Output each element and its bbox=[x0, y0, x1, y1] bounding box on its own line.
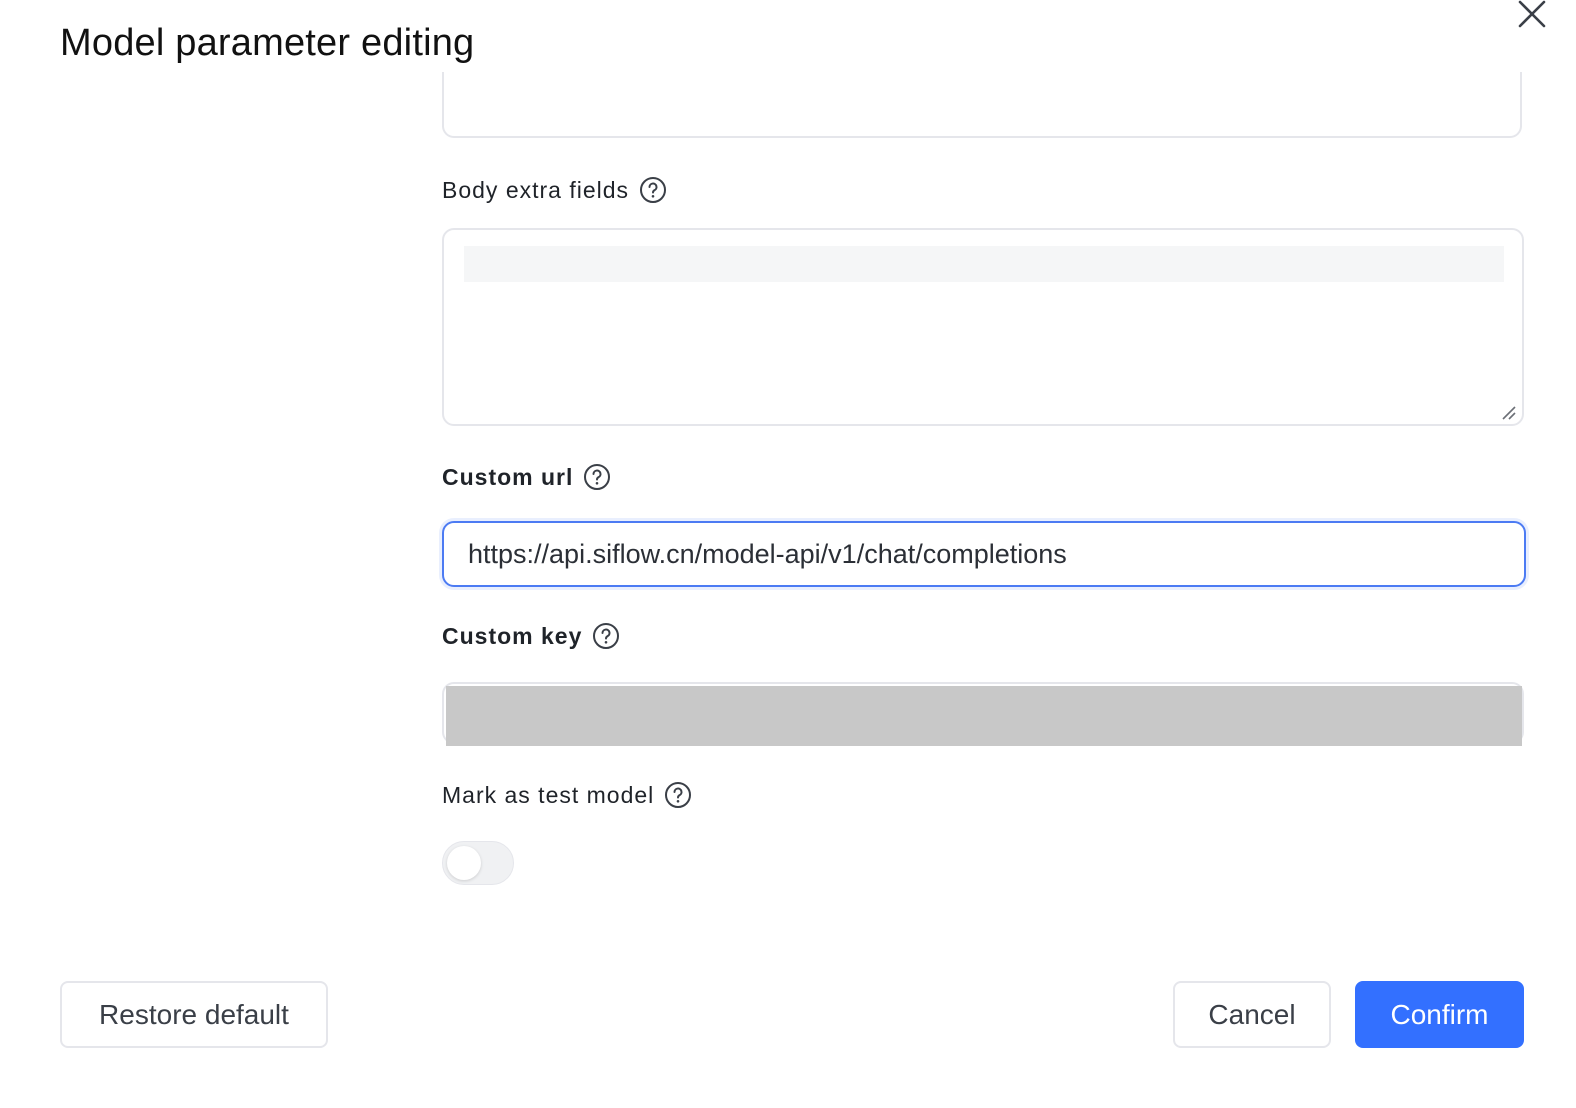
toggle-knob bbox=[447, 846, 481, 880]
custom-key-input[interactable] bbox=[442, 682, 1524, 746]
custom-url-input[interactable]: https://api.siflow.cn/model-api/v1/chat/… bbox=[442, 521, 1526, 587]
dialog-title: Model parameter editing bbox=[60, 22, 475, 64]
redacted-key-value bbox=[446, 686, 1522, 746]
custom-url-label: Custom url bbox=[442, 463, 611, 491]
model-parameter-dialog: Model parameter editing Body extra field… bbox=[0, 0, 1576, 1108]
body-extra-fields-label-text: Body extra fields bbox=[442, 176, 630, 203]
previous-field-input[interactable] bbox=[442, 72, 1522, 138]
help-icon[interactable] bbox=[664, 781, 692, 809]
textarea-placeholder-line bbox=[464, 246, 1504, 282]
test-model-label: Mark as test model bbox=[442, 781, 692, 809]
help-icon[interactable] bbox=[639, 176, 667, 204]
cancel-button[interactable]: Cancel bbox=[1173, 981, 1331, 1048]
close-icon bbox=[1514, 0, 1550, 28]
body-extra-fields-label: Body extra fields bbox=[442, 176, 667, 204]
custom-url-label-text: Custom url bbox=[442, 463, 574, 490]
custom-url-value: https://api.siflow.cn/model-api/v1/chat/… bbox=[468, 538, 1067, 569]
close-button[interactable] bbox=[1514, 0, 1550, 28]
test-model-label-text: Mark as test model bbox=[442, 781, 655, 808]
help-icon[interactable] bbox=[583, 463, 611, 491]
resize-handle-icon[interactable] bbox=[1500, 404, 1516, 420]
confirm-button[interactable]: Confirm bbox=[1355, 981, 1524, 1048]
custom-key-label: Custom key bbox=[442, 622, 620, 650]
custom-key-label-text: Custom key bbox=[442, 622, 583, 649]
test-model-toggle[interactable] bbox=[442, 841, 514, 885]
restore-default-button[interactable]: Restore default bbox=[60, 981, 328, 1048]
help-icon[interactable] bbox=[592, 622, 620, 650]
body-extra-fields-textarea[interactable] bbox=[442, 228, 1524, 426]
